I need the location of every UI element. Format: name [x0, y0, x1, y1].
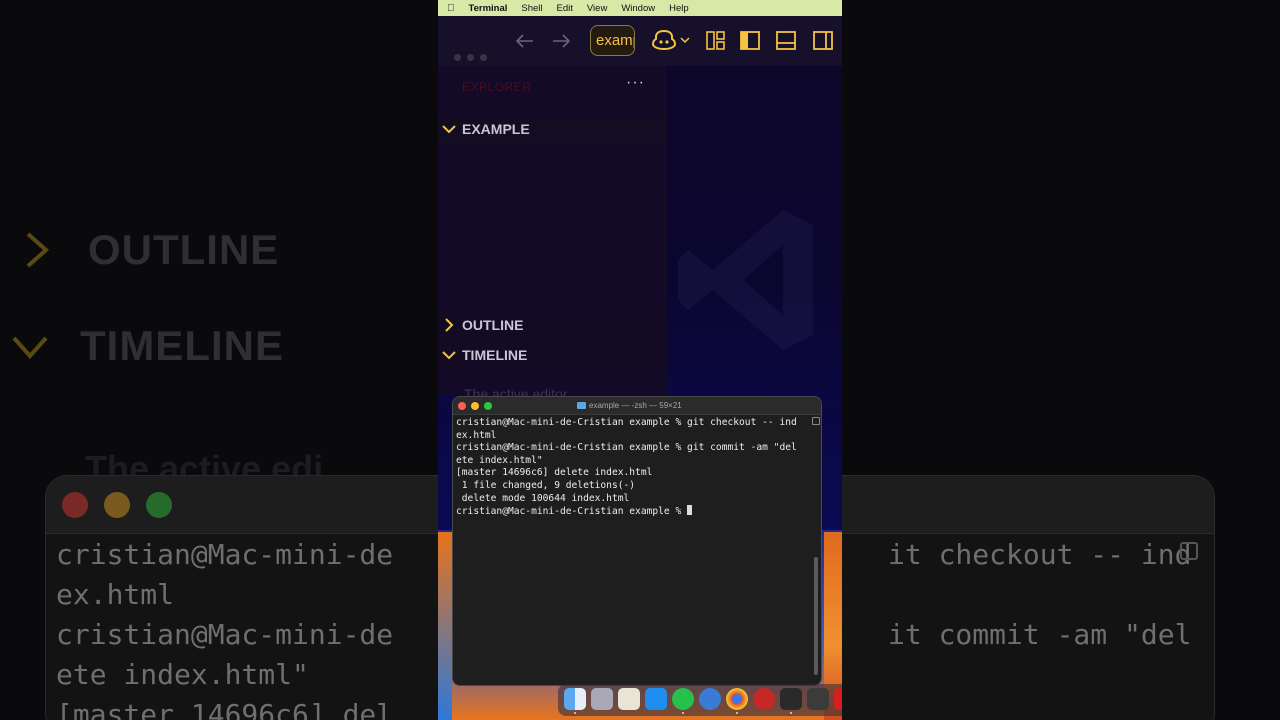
menu-edit[interactable]: Edit	[557, 3, 573, 14]
bg-term-line: [master 14696c6] del	[56, 698, 394, 720]
menu-app-name[interactable]: Terminal	[469, 3, 508, 14]
explorer-title: EXPLORER	[462, 80, 532, 94]
bg-term-line: ete index.html"	[56, 658, 309, 691]
menu-help[interactable]: Help	[669, 3, 689, 14]
window-dot[interactable]	[480, 54, 487, 61]
apple-icon[interactable]: 	[447, 3, 455, 14]
back-arrow-icon[interactable]	[516, 34, 534, 48]
sublime-icon[interactable]	[780, 688, 802, 710]
chevron-right-icon	[445, 318, 454, 332]
terminal-line: ex.html	[456, 429, 497, 441]
desktop-screen: example EXPLORER ··· EXAMPLE OUTLINE TIM…	[438, 0, 842, 720]
running-indicator	[790, 712, 792, 714]
safari-icon[interactable]	[699, 688, 721, 710]
terminal-prompt: cristian@Mac-mini-de-Cristian example %	[456, 506, 688, 518]
whatsapp-icon[interactable]	[672, 688, 694, 710]
bg-term-line: cristian@Mac-mini-de	[56, 538, 394, 571]
text-cursor	[687, 505, 693, 516]
editor-toolbar: example	[438, 16, 842, 66]
bg-maximize-dot	[146, 492, 172, 518]
terminal-line: delete mode 100644 index.html	[456, 492, 630, 504]
running-indicator	[682, 712, 684, 714]
customize-layout-icon[interactable]	[706, 31, 725, 50]
terminal-window[interactable]: example — -zsh — 59×21 cristian@Mac-mini…	[452, 396, 822, 686]
menu-bar:  Terminal Shell Edit View Window Help	[438, 0, 842, 16]
bg-term-line: it commit -am "del	[888, 618, 1192, 651]
bg-outline-row: OUTLINE	[18, 226, 279, 274]
bg-term-line: it checkout -- ind	[888, 538, 1192, 571]
opera-icon[interactable]	[753, 688, 775, 710]
close-button[interactable]	[458, 402, 466, 410]
chevron-down-icon[interactable]	[680, 37, 690, 44]
calculator-icon[interactable]	[807, 688, 829, 710]
bg-close-dot	[62, 492, 88, 518]
folder-icon	[577, 402, 586, 409]
command-center-search[interactable]: example	[590, 25, 635, 56]
bg-term-line: ex.html	[56, 578, 175, 611]
chevron-right-icon	[26, 232, 50, 268]
chrome-icon[interactable]	[726, 688, 748, 710]
window-dot[interactable]	[467, 54, 474, 61]
menu-shell[interactable]: Shell	[521, 3, 542, 14]
chevron-down-icon	[12, 336, 48, 360]
app-store-icon[interactable]	[645, 688, 667, 710]
section-example-label: EXAMPLE	[462, 121, 530, 137]
forward-arrow-icon[interactable]	[552, 34, 570, 48]
explorer-sidebar: EXPLORER ··· EXAMPLE OUTLINE TIMELINE	[438, 66, 667, 396]
section-timeline[interactable]: TIMELINE	[438, 341, 667, 369]
terminal-line: ete index.html"	[456, 454, 543, 466]
chevron-down-icon	[442, 351, 456, 360]
notes-icon[interactable]	[618, 688, 640, 710]
terminal-output[interactable]: cristian@Mac-mini-de-Cristian example % …	[456, 417, 811, 519]
terminal-line: cristian@Mac-mini-de-Cristian example % …	[456, 417, 797, 428]
more-actions-icon[interactable]: ···	[626, 74, 645, 92]
minimize-button[interactable]	[471, 402, 479, 410]
vscode-logo-icon	[678, 210, 813, 350]
section-timeline-label: TIMELINE	[462, 347, 528, 363]
toggle-panel-icon[interactable]	[776, 31, 796, 50]
bg-minimize-dot	[104, 492, 130, 518]
section-outline[interactable]: OUTLINE	[438, 311, 667, 339]
bg-timeline-row: TIMELINE	[10, 322, 284, 370]
terminal-title: example — -zsh — 59×21	[577, 401, 682, 410]
maximize-button[interactable]	[484, 402, 492, 410]
section-example[interactable]: EXAMPLE	[438, 115, 667, 143]
terminal-prompt-line[interactable]: cristian@Mac-mini-de-Cristian example %	[456, 505, 811, 519]
launchpad-icon[interactable]	[591, 688, 613, 710]
scroll-marker-icon[interactable]	[812, 417, 820, 425]
menu-window[interactable]: Window	[621, 3, 655, 14]
running-indicator	[574, 712, 576, 714]
screen-recording-frame: OUTLINE TIMELINE The active edi cristian…	[0, 0, 1280, 720]
terminal-scrollbar[interactable]	[814, 557, 818, 675]
finder-icon[interactable]	[564, 688, 586, 710]
bg-scroll-icon	[1180, 542, 1198, 560]
chevron-down-icon	[442, 125, 456, 134]
section-outline-label: OUTLINE	[462, 317, 524, 333]
menu-view[interactable]: View	[587, 3, 607, 14]
terminal-line: [master 14696c6] delete index.html	[456, 467, 653, 479]
copilot-icon[interactable]	[652, 29, 676, 51]
terminal-line: cristian@Mac-mini-de-Cristian example % …	[456, 442, 797, 454]
bg-outline-label: OUTLINE	[88, 226, 280, 273]
terminal-line: 1 file changed, 9 deletions(-)	[456, 479, 636, 491]
running-indicator	[736, 712, 738, 714]
toggle-primary-sidebar-icon[interactable]	[740, 31, 760, 50]
bg-timeline-label: TIMELINE	[80, 322, 284, 369]
bg-term-line: cristian@Mac-mini-de	[56, 618, 394, 651]
wallpaper-left-edge	[438, 532, 452, 720]
terminal-title-text: example — -zsh — 59×21	[589, 401, 682, 410]
acrobat-icon[interactable]	[834, 688, 842, 710]
window-dot[interactable]	[454, 54, 461, 61]
toggle-secondary-sidebar-icon[interactable]	[813, 31, 833, 50]
terminal-titlebar[interactable]: example — -zsh — 59×21	[453, 397, 821, 415]
dock	[558, 684, 842, 716]
